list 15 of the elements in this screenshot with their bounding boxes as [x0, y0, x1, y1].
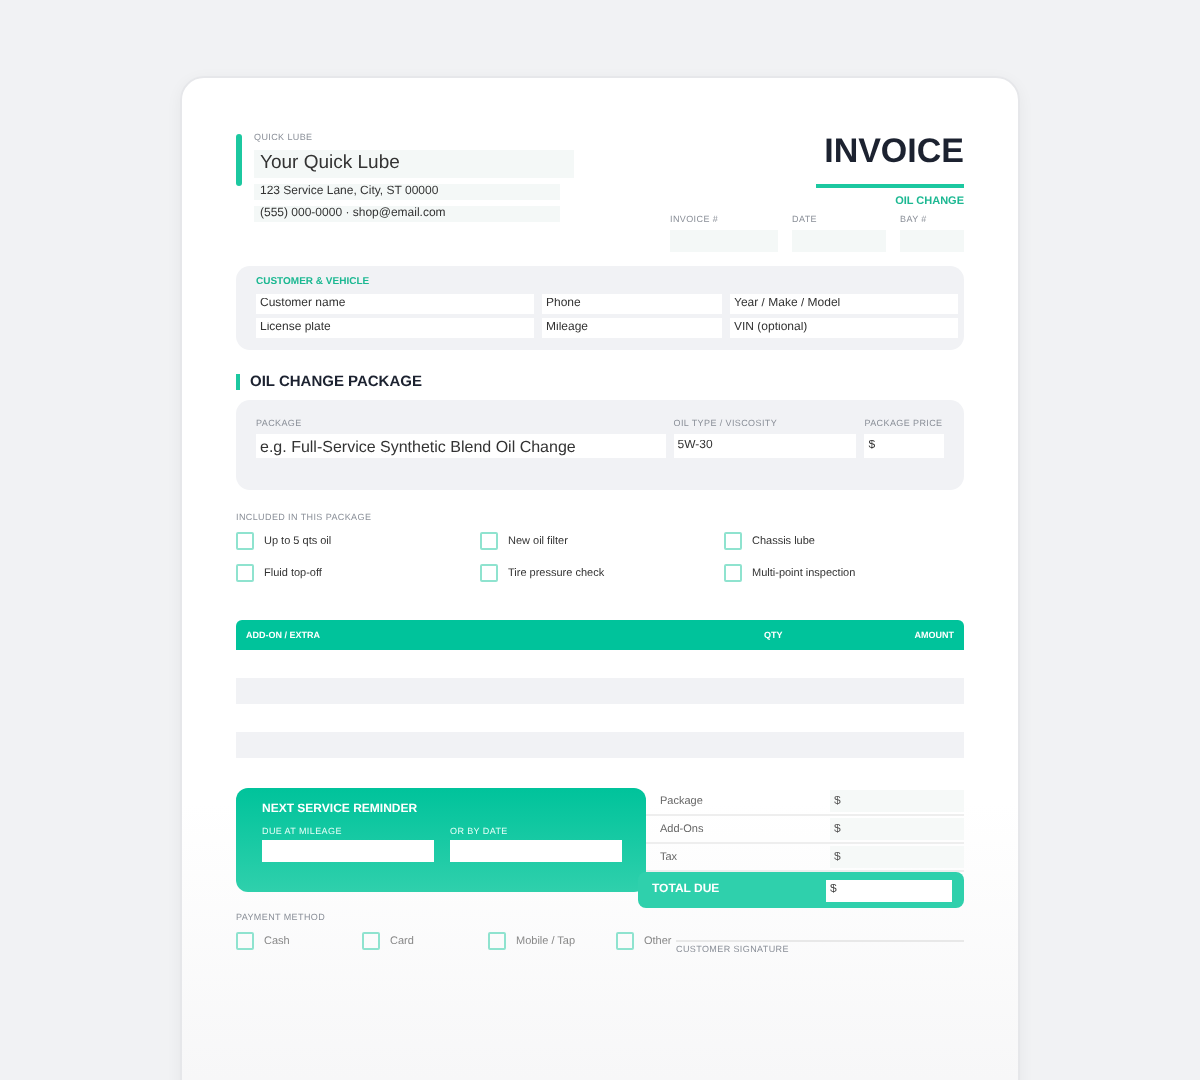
checkbox[interactable]	[616, 932, 634, 950]
business-name-field[interactable]: Your Quick Lube	[254, 150, 574, 178]
input-field[interactable]	[262, 840, 434, 862]
checkbox[interactable]	[236, 932, 254, 950]
checkbox[interactable]	[724, 532, 742, 550]
checkbox[interactable]	[724, 564, 742, 582]
checkbox[interactable]	[236, 564, 254, 582]
checkbox[interactable]	[480, 532, 498, 550]
input-field[interactable]: e.g. Full-Service Synthetic Blend Oil Change	[256, 434, 666, 458]
checkbox[interactable]	[236, 532, 254, 550]
checkbox[interactable]	[488, 932, 506, 950]
invoice-title: INVOICE	[816, 132, 964, 188]
checkbox[interactable]	[362, 932, 380, 950]
input-field[interactable]	[450, 840, 622, 862]
checkbox[interactable]	[480, 564, 498, 582]
